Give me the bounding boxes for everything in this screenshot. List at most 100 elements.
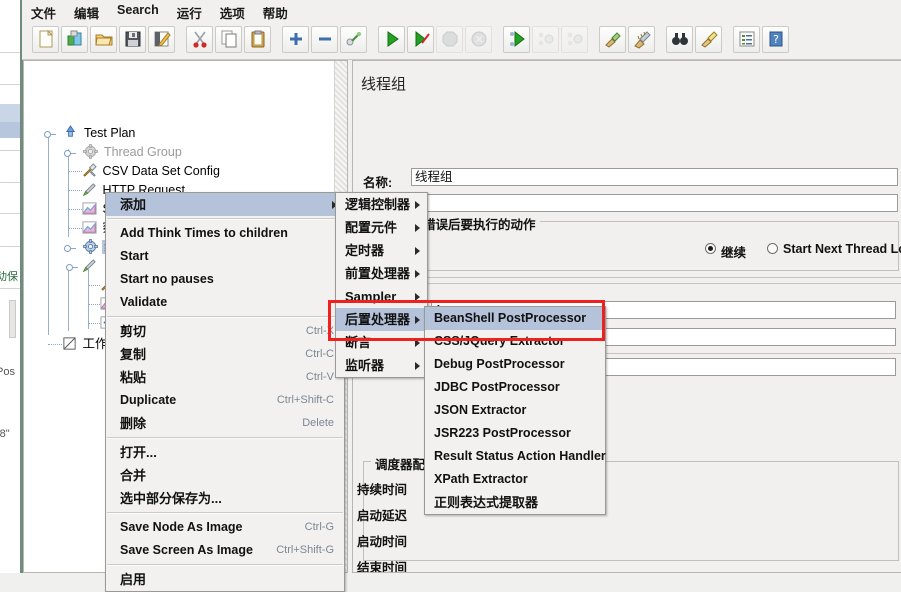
submenu-item-config-element[interactable]: 配置元件	[336, 216, 427, 239]
reset-search-icon[interactable]	[695, 26, 722, 53]
menu-item-enable[interactable]: 启用	[106, 568, 344, 591]
submenu-item-assertion[interactable]: 断言	[336, 331, 427, 354]
open-folder-icon[interactable]	[90, 26, 117, 53]
submenu-item-post-processor[interactable]: 后置处理器	[336, 308, 427, 331]
save-as-icon[interactable]	[148, 26, 175, 53]
tree-context-menu[interactable]: 添加 Add Think Times to children Start Sta…	[105, 192, 345, 592]
menu-item-add-think-times[interactable]: Add Think Times to children	[106, 222, 344, 245]
copy-icon[interactable]	[215, 26, 242, 53]
menu-separator	[107, 437, 343, 439]
submenu-item-logic-controller[interactable]: 逻辑控制器	[336, 193, 427, 216]
templates-icon[interactable]	[61, 26, 88, 53]
save-icon[interactable]	[119, 26, 146, 53]
toggle-icon[interactable]	[340, 26, 367, 53]
menu-item-accelerator: Ctrl-G	[304, 521, 334, 533]
radio-start-next-thread-loop[interactable]	[767, 243, 778, 254]
submenu-item-jdbc-postprocessor[interactable]: JDBC PostProcessor	[425, 376, 605, 399]
thread-group-icon	[83, 144, 99, 159]
menu-item-save-node-as-image[interactable]: Save Node As Image Ctrl-G	[106, 516, 344, 539]
submenu-item-regex-extractor[interactable]: 正则表达式提取器	[425, 491, 605, 514]
post-processor-submenu[interactable]: BeanShell PostProcessor CSS/JQuery Extra…	[424, 306, 606, 515]
help-question-icon[interactable]: ?	[762, 26, 789, 53]
menu-item-label: Add Think Times to children	[120, 226, 288, 240]
menu-item-merge[interactable]: 合并	[106, 464, 344, 487]
expander-icon[interactable]	[44, 128, 56, 138]
name-input[interactable]: 线程组	[411, 168, 898, 186]
menu-item-open[interactable]: 打开...	[106, 441, 344, 464]
expander-icon[interactable]	[64, 147, 76, 157]
submenu-item-debug-postprocessor[interactable]: Debug PostProcessor	[425, 353, 605, 376]
menu-item-label: Result Status Action Handler	[434, 449, 606, 463]
tree-node-csv-data-set-config[interactable]: CSV Data Set Config	[82, 162, 220, 181]
menu-item-cut[interactable]: 剪切 Ctrl-X	[106, 320, 344, 343]
bg-fragment-1: Pos	[0, 366, 15, 378]
submenu-item-jsr223-postprocessor[interactable]: JSR223 PostProcessor	[425, 422, 605, 445]
search-binoculars-icon[interactable]	[666, 26, 693, 53]
view-results-tree-icon	[82, 221, 97, 234]
function-helper-icon[interactable]	[733, 26, 760, 53]
menu-item-accelerator: Ctrl+Shift-G	[276, 544, 334, 556]
collapse-all-minus-icon[interactable]	[311, 26, 338, 53]
menu-item-start[interactable]: Start	[106, 245, 344, 268]
menu-item-save-screen-as-image[interactable]: Save Screen As Image Ctrl+Shift-G	[106, 539, 344, 562]
menu-separator	[107, 512, 343, 514]
menu-item-accelerator: Ctrl-X	[305, 325, 334, 337]
submenu-item-json-extractor[interactable]: JSON Extractor	[425, 399, 605, 422]
menu-separator	[107, 316, 343, 318]
menu-item-label: 前置处理器	[345, 266, 411, 281]
radio-continue[interactable]	[705, 243, 716, 254]
menu-item-label: CSS/JQuery Extractor	[434, 334, 565, 348]
scheduler-duration-label: 持续时间	[357, 483, 408, 497]
tree-node-test-plan[interactable]: Test Plan	[42, 124, 135, 143]
new-document-icon[interactable]	[32, 26, 59, 53]
menu-item-validate[interactable]: Validate	[106, 291, 344, 314]
menu-item-label: JSON Extractor	[434, 403, 527, 417]
menu-item-label: Save Node As Image	[120, 520, 243, 534]
submenu-item-listener[interactable]: 监听器	[336, 354, 427, 377]
menu-item-add[interactable]: 添加	[106, 193, 344, 216]
submenu-item-css-jquery-extractor[interactable]: CSS/JQuery Extractor	[425, 330, 605, 353]
menu-item-label: Start no pauses	[120, 272, 214, 286]
menu-item-label: Sampler	[345, 289, 397, 304]
menu-item-label: 启用	[120, 572, 147, 587]
submenu-item-beanshell-postprocessor[interactable]: BeanShell PostProcessor	[425, 307, 605, 330]
comment-input[interactable]	[411, 194, 898, 212]
submenu-item-xpath-extractor[interactable]: XPath Extractor	[425, 468, 605, 491]
start-no-pauses-icon[interactable]	[407, 26, 434, 53]
cut-scissors-icon[interactable]	[186, 26, 213, 53]
clear-icon[interactable]	[599, 26, 626, 53]
expand-all-plus-icon[interactable]	[282, 26, 309, 53]
menu-item-start-no-pauses[interactable]: Start no pauses	[106, 268, 344, 291]
menu-item-label: 正则表达式提取器	[434, 495, 539, 510]
menu-item-label: 合并	[120, 468, 147, 483]
submenu-arrow-icon	[415, 224, 420, 232]
submenu-item-result-status-action-handler[interactable]: Result Status Action Handler	[425, 445, 606, 468]
workbench-icon	[63, 337, 76, 350]
stop-icon	[436, 26, 463, 53]
expander-icon[interactable]	[66, 261, 78, 271]
add-submenu[interactable]: 逻辑控制器 配置元件 定时器 前置处理器 Sampler 后置处理器 断言 监听…	[335, 192, 428, 378]
remote-start-all-icon[interactable]	[503, 26, 530, 53]
tree-node-thread-group[interactable]: Thread Group	[62, 143, 182, 162]
expander-icon[interactable]	[64, 242, 76, 252]
background-window-sliver: 动保 Pos -8"	[0, 0, 22, 573]
tree-node-child-http[interactable]	[66, 257, 99, 276]
menu-item-copy[interactable]: 复制 Ctrl-C	[106, 343, 344, 366]
clear-all-icon[interactable]	[628, 26, 655, 53]
summary-report-icon	[82, 202, 97, 215]
tree-label	[97, 259, 99, 273]
submenu-item-pre-processor[interactable]: 前置处理器	[336, 262, 427, 285]
start-play-icon[interactable]	[378, 26, 405, 53]
menu-item-duplicate[interactable]: Duplicate Ctrl+Shift-C	[106, 389, 344, 412]
submenu-arrow-icon	[415, 201, 420, 209]
submenu-item-sampler[interactable]: Sampler	[336, 285, 427, 308]
menu-separator	[107, 218, 343, 220]
submenu-arrow-icon	[415, 293, 420, 301]
menu-item-save-selection-as[interactable]: 选中部分保存为...	[106, 487, 344, 510]
menu-item-label: XPath Extractor	[434, 472, 528, 486]
menu-search[interactable]: Search	[108, 0, 168, 19]
menu-item-delete[interactable]: 删除 Delete	[106, 412, 344, 435]
menu-item-paste[interactable]: 粘贴 Ctrl-V	[106, 366, 344, 389]
paste-clipboard-icon[interactable]	[244, 26, 271, 53]
submenu-item-timer[interactable]: 定时器	[336, 239, 427, 262]
